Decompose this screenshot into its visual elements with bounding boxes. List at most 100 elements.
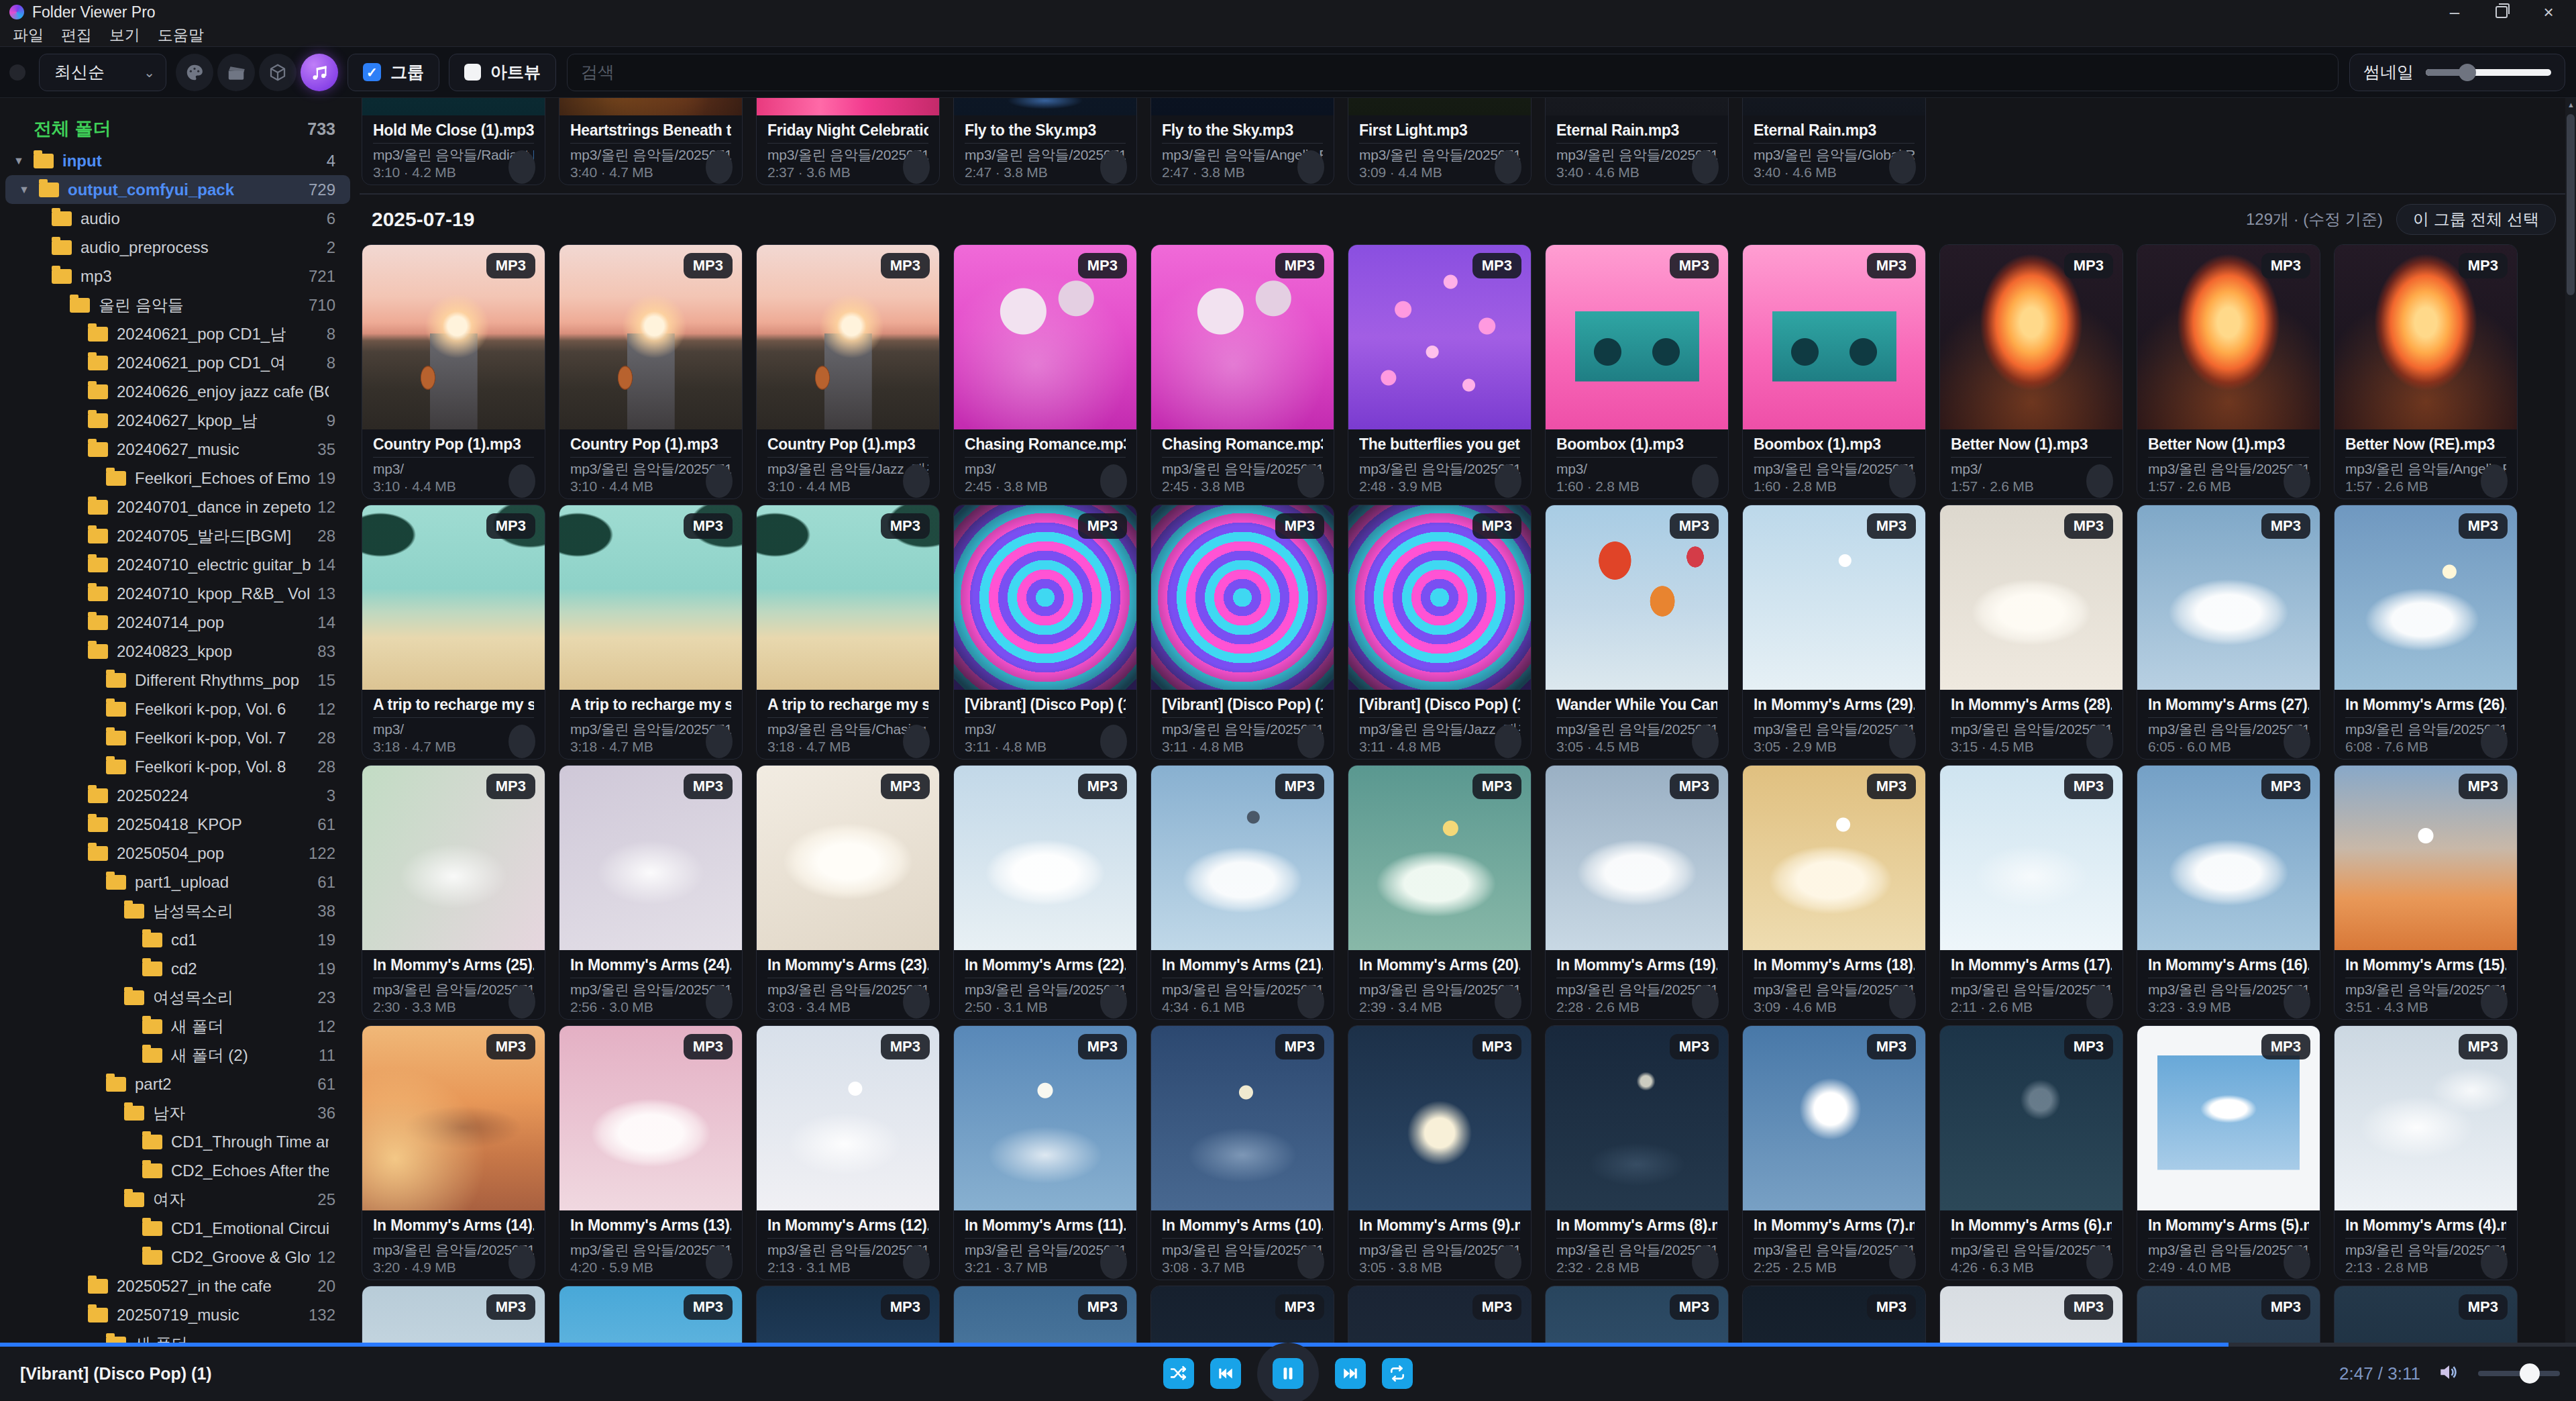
file-card[interactable]: MP3 Better Now (1).mp3 mp3/ 1:57 · 2.6 M… <box>1939 244 2123 499</box>
expand-chevron-icon[interactable]: ▼ <box>13 155 24 167</box>
sidebar-item[interactable]: 202502243 <box>0 781 356 810</box>
select-circle[interactable] <box>706 1245 733 1279</box>
select-circle[interactable] <box>1692 150 1719 184</box>
file-card[interactable]: MP3 Fly to the Sky.mp3 mp3/올린 음악들/Angeli… <box>1150 98 1334 185</box>
file-card[interactable]: MP3 In Mommy's Arms (21).... mp3/올린 음악들/… <box>1150 765 1334 1020</box>
sidebar-item[interactable]: 20240621_pop CD1_여8 <box>0 348 356 377</box>
sidebar-item[interactable]: Feelkori_Echoes of Emotion19 <box>0 464 356 492</box>
select-circle[interactable] <box>1495 464 1521 498</box>
file-card[interactable]: MP3 In Mommy's Arms (29).... mp3/올린 음악들/… <box>1742 505 1926 760</box>
sidebar-item[interactable]: cd219 <box>0 954 356 983</box>
sidebar-item[interactable]: Different Rhythms_pop15 <box>0 666 356 694</box>
file-card[interactable]: MP3 In Mommy's Arms (9).m... mp3/올린 음악들/… <box>1348 1025 1532 1280</box>
file-card[interactable]: MP3 The butterflies you get ... mp3/올린 음… <box>1348 244 1532 499</box>
sidebar-item[interactable]: 여자25 <box>0 1185 356 1214</box>
file-card[interactable]: MP3 In Mommy's Arms (14).... mp3/올린 음악들/… <box>362 1025 545 1280</box>
file-card[interactable]: MP3 In Mommy's Arms (4).m... mp3/올린 음악들/… <box>2334 1025 2518 1280</box>
sort-dropdown[interactable]: 최신순⌄ <box>39 54 166 91</box>
select-circle[interactable] <box>903 1245 930 1279</box>
file-card[interactable]: MP3 Hold Me Close (1).mp3 mp3/올린 음악들/Rad… <box>362 98 545 185</box>
select-circle[interactable] <box>508 464 535 498</box>
select-circle[interactable] <box>706 150 733 184</box>
select-circle[interactable] <box>1297 725 1324 758</box>
file-card[interactable]: MP3 In Mommy's Arms (17).... mp3/올린 음악들/… <box>1939 765 2123 1020</box>
file-card[interactable]: MP3 In Mommy's Arms (20).... mp3/올린 음악들/… <box>1348 765 1532 1020</box>
file-card[interactable]: MP3 Heartstrings Beneath th... mp3/올린 음악… <box>559 98 743 185</box>
file-card[interactable]: MP3 In Mommy's Arms (10).... mp3/올린 음악들/… <box>1150 1025 1334 1280</box>
file-card[interactable]: MP3 Friday Night Celebratio... mp3/올린 음악… <box>756 98 940 185</box>
restore-button[interactable] <box>2496 6 2508 18</box>
file-card[interactable]: MP3 Boombox (1).mp3 mp3/올린 음악들/20250719.… <box>1742 244 1926 499</box>
select-circle[interactable] <box>1495 150 1521 184</box>
file-card[interactable]: MP3 In Mommy's Arms (28).... mp3/올린 음악들/… <box>1939 505 2123 760</box>
select-circle[interactable] <box>1297 150 1324 184</box>
file-card[interactable]: MP3 Country Pop (1).mp3 mp3/ 3:10 · 4.4 … <box>362 244 545 499</box>
sidebar-item[interactable]: Feelkori k-pop, Vol. 828 <box>0 752 356 781</box>
select-circle[interactable] <box>2284 985 2310 1019</box>
sidebar-item[interactable]: 20240621_pop CD1_남8 <box>0 319 356 348</box>
file-card[interactable]: MP3 In Mommy's Arms (22).... mp3/올린 음악들/… <box>953 765 1137 1020</box>
select-circle[interactable] <box>1100 1245 1127 1279</box>
file-card[interactable]: MP3 In Mommy's Arms (18).... mp3/올린 음악들/… <box>1742 765 1926 1020</box>
volume-icon[interactable] <box>2438 1361 2461 1386</box>
file-card[interactable]: MP3 In Mommy's Arms (27).... mp3/올린 음악들/… <box>2137 505 2320 760</box>
select-circle[interactable] <box>706 725 733 758</box>
volume-slider-knob[interactable] <box>2520 1363 2540 1384</box>
clapper-icon[interactable] <box>217 54 255 91</box>
file-card[interactable]: MP3 Eternal Rain.mp3 mp3/올린 음악들/20250719… <box>1545 98 1729 185</box>
file-card[interactable]: MP3 <box>1150 1286 1334 1343</box>
file-card[interactable]: MP3 A trip to recharge my s... mp3/ 3:18… <box>362 505 545 760</box>
select-circle[interactable] <box>508 150 535 184</box>
file-card[interactable]: MP3 <box>2334 1286 2518 1343</box>
group-toggle[interactable]: ✓그룹 <box>347 54 439 91</box>
menu-보기[interactable]: 보기 <box>102 25 148 46</box>
sidebar-item[interactable]: 20240626_enjoy jazz cafe (BGM) <box>0 377 356 406</box>
sidebar-item[interactable]: audio6 <box>0 204 356 233</box>
sidebar-item[interactable]: ▼output_comfyui_pack729 <box>5 175 350 204</box>
sidebar-item[interactable]: audio_preprocess2 <box>0 233 356 262</box>
select-circle[interactable] <box>1889 464 1916 498</box>
sidebar-item[interactable]: 남성목소리38 <box>0 896 356 925</box>
file-card[interactable]: MP3 In Mommy's Arms (23).... mp3/올린 음악들/… <box>756 765 940 1020</box>
select-circle[interactable] <box>903 985 930 1019</box>
scrollbar[interactable]: ▲ <box>2565 98 2576 1343</box>
next-button[interactable] <box>1335 1358 1366 1389</box>
file-card[interactable]: MP3 <box>1348 1286 1532 1343</box>
file-card[interactable]: MP3 Country Pop (1).mp3 mp3/올린 음악들/20250… <box>559 244 743 499</box>
sidebar-item[interactable]: 20250719_music132 <box>0 1300 356 1329</box>
select-circle[interactable] <box>1495 985 1521 1019</box>
pause-button[interactable] <box>1273 1358 1303 1389</box>
select-circle[interactable] <box>1297 464 1324 498</box>
file-card[interactable]: MP3 In Mommy's Arms (6).m... mp3/올린 음악들/… <box>1939 1025 2123 1280</box>
repeat-button[interactable] <box>1382 1358 1413 1389</box>
file-card[interactable]: MP3 A trip to recharge my s... mp3/올린 음악… <box>559 505 743 760</box>
select-circle[interactable] <box>2086 985 2113 1019</box>
cube-icon[interactable] <box>259 54 297 91</box>
menu-편집[interactable]: 편집 <box>54 25 99 46</box>
file-card[interactable]: MP3 In Mommy's Arms (15).... mp3/올린 음악들/… <box>2334 765 2518 1020</box>
select-circle[interactable] <box>2284 464 2310 498</box>
sidebar-item[interactable]: 올린 음악들710 <box>0 291 356 319</box>
sidebar-item[interactable]: 20240701_dance in zepeto12 <box>0 492 356 521</box>
artview-toggle[interactable]: 아트뷰 <box>449 54 556 91</box>
file-card[interactable]: MP3 [Vibrant] (Disco Pop) (1)... mp3/올린 … <box>1348 505 1532 760</box>
file-card[interactable]: MP3 <box>1939 1286 2123 1343</box>
minimize-button[interactable]: – <box>2445 5 2465 19</box>
expand-chevron-icon[interactable]: ▼ <box>19 184 30 196</box>
select-group-button[interactable]: 이 그룹 전체 선택 <box>2396 204 2556 235</box>
select-circle[interactable] <box>2284 1245 2310 1279</box>
select-circle[interactable] <box>1495 1245 1521 1279</box>
sidebar-item[interactable]: 20240823_kpop83 <box>0 637 356 666</box>
select-circle[interactable] <box>2086 464 2113 498</box>
file-card[interactable]: MP3 In Mommy's Arms (11).... mp3/올린 음악들/… <box>953 1025 1137 1280</box>
file-card[interactable]: MP3 <box>756 1286 940 1343</box>
sidebar-item[interactable]: Feelkori k-pop, Vol. 612 <box>0 694 356 723</box>
sidebar-item[interactable]: part1_upload61 <box>0 868 356 896</box>
sidebar-header[interactable]: 전체 폴더 733 <box>0 111 356 146</box>
file-card[interactable]: MP3 In Mommy's Arms (25).... mp3/올린 음악들/… <box>362 765 545 1020</box>
sidebar-item[interactable]: 20240705_발라드[BGM]28 <box>0 521 356 550</box>
select-circle[interactable] <box>1692 1245 1719 1279</box>
sidebar-item[interactable]: CD2_Groove & Glow12 <box>0 1243 356 1272</box>
group-checkbox[interactable]: ✓ <box>363 63 381 81</box>
select-circle[interactable] <box>1100 985 1127 1019</box>
